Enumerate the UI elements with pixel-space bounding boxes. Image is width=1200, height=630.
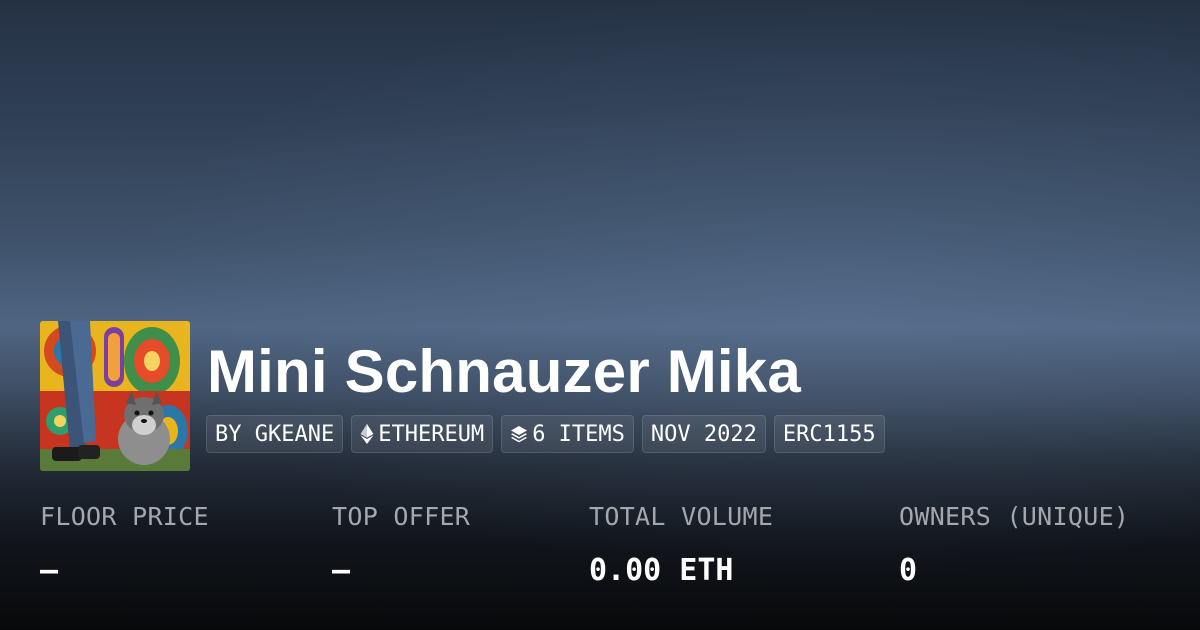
chain-label: ETHEREUM <box>378 421 485 447</box>
stat-top-offer: TOP OFFER — <box>332 502 470 588</box>
creator-tag[interactable]: BY GKEANE <box>206 415 344 453</box>
collection-title: Mini Schnauzer Mika <box>207 338 801 405</box>
stat-label: TOP OFFER <box>332 502 471 531</box>
collection-tags: BY GKEANE ETHEREUM 6 ITEMS NOV 2022 ERC1… <box>206 415 885 453</box>
stat-value: — <box>332 553 351 588</box>
collection-stats: FLOOR PRICE — TOP OFFER — TOTAL VOLUME 0… <box>40 502 1180 602</box>
stat-total-volume: TOTAL VOLUME 0.00 ETH <box>589 502 773 588</box>
stat-value: 0 <box>899 553 918 588</box>
standard-label: ERC1155 <box>782 421 876 447</box>
stat-floor-price: FLOOR PRICE — <box>40 502 209 588</box>
stat-value: 0.00 ETH <box>589 553 734 588</box>
stat-owners: OWNERS (UNIQUE) 0 <box>899 502 1129 588</box>
creator-label: BY GKEANE <box>215 421 335 447</box>
stat-label: TOTAL VOLUME <box>589 502 774 531</box>
items-label: 6 ITEMS <box>532 421 625 447</box>
standard-tag: ERC1155 <box>773 415 885 453</box>
stat-value: — <box>40 553 59 588</box>
chain-tag[interactable]: ETHEREUM <box>351 415 494 453</box>
layers-icon <box>510 425 528 443</box>
ethereum-icon <box>360 424 374 444</box>
stat-label: FLOOR PRICE <box>40 502 209 531</box>
avatar-image <box>40 321 190 471</box>
collection-avatar <box>40 321 190 471</box>
items-tag[interactable]: 6 ITEMS <box>501 415 634 453</box>
date-label: NOV 2022 <box>650 421 757 447</box>
collection-card: Mini Schnauzer Mika BY GKEANE ETHEREUM 6… <box>0 0 1200 630</box>
date-tag: NOV 2022 <box>641 415 766 453</box>
stat-label: OWNERS (UNIQUE) <box>899 502 1130 531</box>
